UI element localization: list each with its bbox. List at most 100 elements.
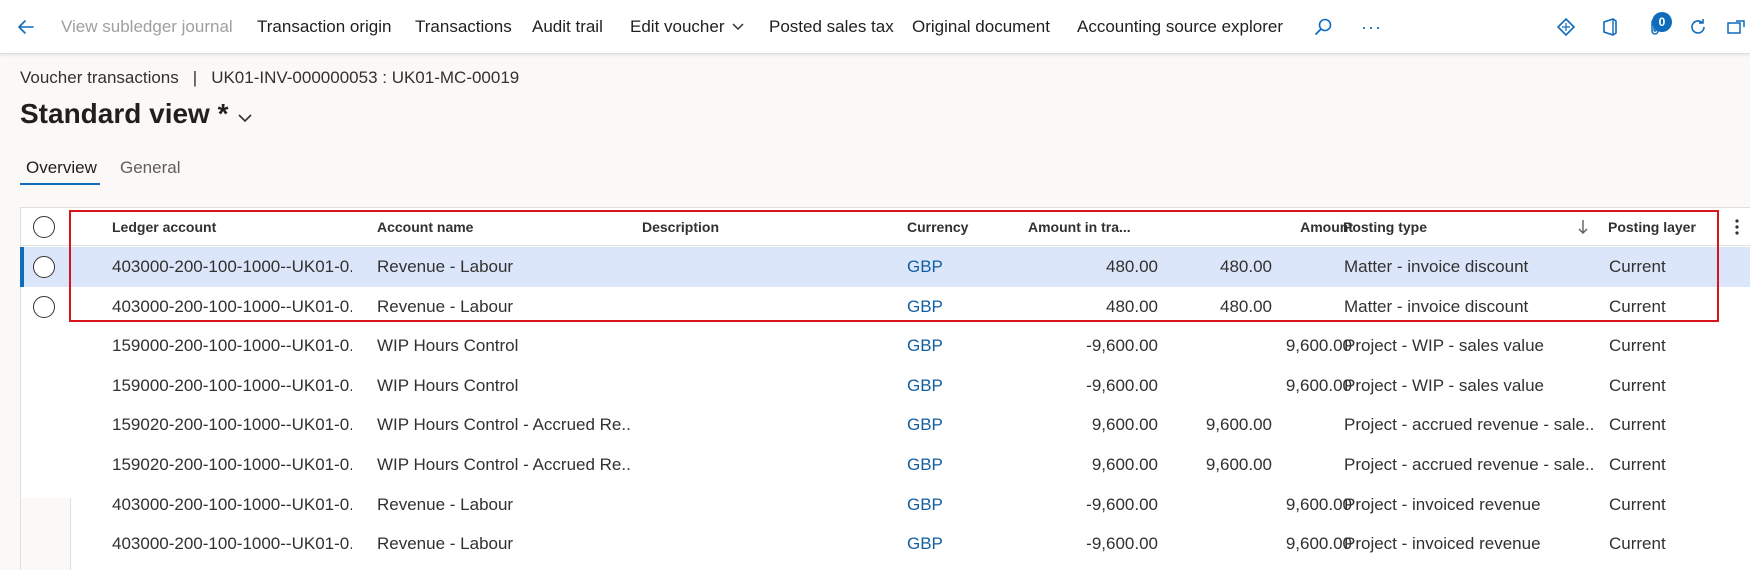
cell-currency[interactable]: GBP <box>907 287 1007 327</box>
cell-currency[interactable]: GBP <box>907 405 1007 445</box>
breadcrumb-separator: | <box>192 68 198 87</box>
cell-posting-type: Project - invoiced revenue <box>1344 494 1541 514</box>
open-in-new-window-button[interactable] <box>1726 13 1750 41</box>
breadcrumb-page: Voucher transactions <box>20 68 179 87</box>
cell-description <box>642 247 882 287</box>
search-button[interactable] <box>1309 13 1337 41</box>
cell-currency[interactable]: GBP <box>907 485 1007 525</box>
cell-credit-amount <box>1221 287 1352 327</box>
column-header-account-name[interactable]: Account name <box>377 208 617 246</box>
accounting-source-explorer-button[interactable]: Accounting source explorer <box>1077 0 1283 54</box>
attachments-count-badge: 0 <box>1652 12 1672 32</box>
breadcrumb: Voucher transactions | UK01-INV-000000053 … <box>20 68 519 88</box>
view-selector[interactable]: Standard view * <box>20 98 253 130</box>
cell-amount-in-transaction-currency: 9,600.00 <box>1091 415 1158 435</box>
grid-gutter <box>21 498 70 570</box>
cell-description <box>642 366 882 406</box>
cell-posting-layer: Current <box>1609 534 1666 554</box>
cell-account-name: WIP Hours Control - Accrued Re... <box>377 415 632 435</box>
transactions-button[interactable]: Transactions <box>415 0 512 54</box>
cell-amount-in-transaction-currency: -9,600.00 <box>1086 494 1158 514</box>
transaction-origin-button[interactable]: Transaction origin <box>257 0 392 54</box>
tab-overview[interactable]: Overview <box>26 158 97 186</box>
column-header-posting-type[interactable]: Posting type <box>1343 208 1573 246</box>
cell-posting-type: Project - accrued revenue - sale... <box>1344 455 1594 474</box>
original-document-button[interactable]: Original document <box>912 0 1050 54</box>
grid-header: Ledger account Account name Description … <box>21 208 1750 246</box>
cell-credit-amount: 9,600.00 <box>1285 494 1352 514</box>
table-row[interactable]: 403000-200-100-1000--UK01-0... Revenue - … <box>20 247 1750 287</box>
row-select-checkbox[interactable] <box>33 295 55 318</box>
cell-ledger-account: 159000-200-100-1000--UK01-0... <box>112 336 352 356</box>
breadcrumb-record: UK01-INV-000000053 : UK01-MC-00019 <box>211 68 520 87</box>
office-button[interactable] <box>1596 13 1624 41</box>
sort-descending-icon <box>1577 219 1589 240</box>
cell-description <box>642 405 882 445</box>
edit-voucher-menu[interactable]: Edit voucher <box>630 0 745 54</box>
cell-ledger-account: 159020-200-100-1000--UK01-0... <box>112 455 352 474</box>
open-in-new-window-icon <box>1727 20 1745 34</box>
table-row[interactable]: 159020-200-100-1000--UK01-0... WIP Hours … <box>21 405 1750 445</box>
table-row[interactable]: 159000-200-100-1000--UK01-0... WIP Hours … <box>21 366 1750 406</box>
cell-credit-amount <box>1221 445 1352 485</box>
back-button[interactable] <box>10 11 42 43</box>
posted-sales-tax-button[interactable]: Posted sales tax <box>769 0 894 54</box>
refresh-button[interactable] <box>1684 13 1712 41</box>
column-header-ledger-account[interactable]: Ledger account <box>112 208 352 246</box>
table-row[interactable]: 159020-200-100-1000--UK01-0... WIP Hours … <box>21 445 1750 485</box>
cell-credit-amount <box>1221 405 1352 445</box>
cell-posting-layer: Current <box>1609 375 1666 395</box>
cell-amount-in-transaction-currency: 480.00 <box>1106 296 1158 316</box>
cell-posting-layer: Current <box>1609 415 1666 435</box>
chevron-down-icon <box>731 22 745 32</box>
cell-posting-layer: Current <box>1609 296 1666 316</box>
arrow-left-icon <box>18 20 34 34</box>
power-apps-button[interactable] <box>1552 13 1580 41</box>
cell-amount-in-transaction-currency: 9,600.00 <box>1091 455 1158 474</box>
table-row[interactable]: 403000-200-100-1000--UK01-0... Revenue - … <box>21 485 1750 525</box>
search-icon <box>1315 18 1332 35</box>
cell-ledger-account: 403000-200-100-1000--UK01-0... <box>112 534 352 554</box>
cell-ledger-account: 403000-200-100-1000--UK01-0... <box>112 494 352 514</box>
cell-currency[interactable]: GBP <box>907 247 1007 287</box>
cell-description <box>642 485 882 525</box>
cell-ledger-account: 403000-200-100-1000--UK01-0... <box>112 296 352 316</box>
cell-account-name: Revenue - Labour <box>377 296 514 316</box>
tab-general[interactable]: General <box>120 158 180 186</box>
active-tab-indicator <box>20 183 100 185</box>
cell-posting-layer: Current <box>1609 455 1666 474</box>
cell-posting-type: Matter - invoice discount <box>1344 296 1529 316</box>
column-header-currency[interactable]: Currency <box>907 208 1007 246</box>
table-row[interactable]: 159000-200-100-1000--UK01-0... WIP Hours … <box>21 326 1750 366</box>
cell-ledger-account: 159020-200-100-1000--UK01-0... <box>112 415 352 435</box>
cell-posting-type: Project - invoiced revenue <box>1344 534 1541 554</box>
column-header-amount-in-transaction-currency[interactable]: Amount in tra... <box>1028 208 1158 246</box>
column-header-amount[interactable]: Amount <box>1161 208 1353 246</box>
cell-currency[interactable]: GBP <box>907 524 1007 564</box>
cell-amount-in-transaction-currency: -9,600.00 <box>1086 534 1158 554</box>
more-options-button[interactable]: ··· <box>1361 0 1382 54</box>
voucher-transactions-grid: Ledger account Account name Description … <box>20 207 1750 570</box>
posting-type-label: Posting type <box>1343 219 1428 235</box>
office-icon <box>1603 18 1617 36</box>
cell-description <box>642 445 882 485</box>
view-subledger-journal-button[interactable]: View subledger journal <box>61 0 233 54</box>
cell-posting-type: Project - WIP - sales value <box>1344 375 1544 395</box>
table-row[interactable]: 403000-200-100-1000--UK01-0... Revenue - … <box>21 524 1750 564</box>
cell-currency[interactable]: GBP <box>907 326 1007 366</box>
audit-trail-button[interactable]: Audit trail <box>532 0 603 54</box>
cell-account-name: Revenue - Labour <box>377 494 514 514</box>
edit-voucher-label: Edit voucher <box>630 17 725 36</box>
select-all-checkbox[interactable] <box>33 216 55 238</box>
column-header-posting-layer[interactable]: Posting layer <box>1608 208 1723 246</box>
cell-posting-layer: Current <box>1609 494 1666 514</box>
column-options-button[interactable] <box>1727 216 1747 238</box>
table-row[interactable]: 403000-200-100-1000--UK01-0... Revenue - … <box>21 287 1750 327</box>
cell-credit-amount: 9,600.00 <box>1285 375 1352 395</box>
cell-posting-type: Matter - invoice discount <box>1344 257 1529 276</box>
cell-currency[interactable]: GBP <box>907 366 1007 406</box>
selected-row-indicator <box>20 247 24 287</box>
cell-currency[interactable]: GBP <box>907 445 1007 485</box>
column-header-description[interactable]: Description <box>642 208 882 246</box>
row-select-checkbox[interactable] <box>33 256 55 278</box>
